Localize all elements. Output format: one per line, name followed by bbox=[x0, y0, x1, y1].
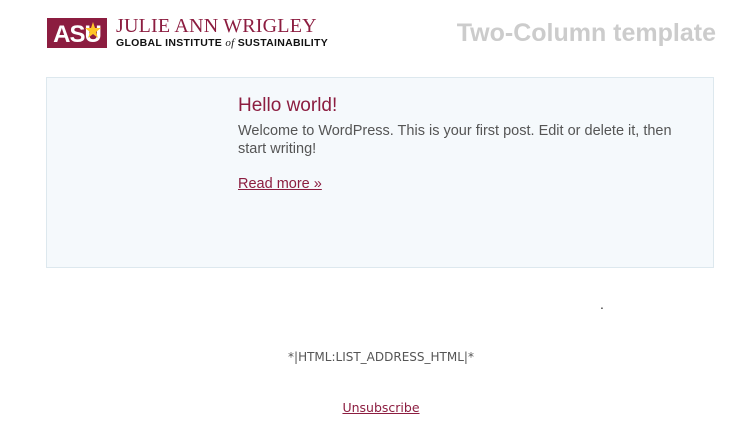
post-box: Hello world! Welcome to WordPress. This … bbox=[46, 77, 714, 268]
post-excerpt: Welcome to WordPress. This is your first… bbox=[238, 123, 672, 157]
post-title: Hello world! bbox=[238, 95, 338, 116]
asu-logo-mark: ASU bbox=[47, 18, 107, 48]
logo-subtitle: GLOBAL INSTITUTE of SUSTAINABILITY bbox=[116, 37, 329, 49]
header: ASU JULIE ANN WRIGLEY GLOBAL INSTITUTE o… bbox=[46, 14, 716, 54]
email-page: ASU JULIE ANN WRIGLEY GLOBAL INSTITUTE o… bbox=[0, 0, 755, 440]
template-title: Two-Column template bbox=[456, 19, 716, 47]
unsubscribe-container: Unsubscribe bbox=[0, 400, 755, 416]
unsubscribe-link[interactable]: Unsubscribe bbox=[342, 400, 419, 415]
asu-logo: ASU JULIE ANN WRIGLEY GLOBAL INSTITUTE o… bbox=[46, 15, 331, 50]
read-more-link[interactable]: Read more » bbox=[238, 175, 322, 193]
footer-dot: . bbox=[600, 296, 604, 312]
logo-name: JULIE ANN WRIGLEY bbox=[116, 15, 317, 37]
list-address: *|HTML:LIST_ADDRESS_HTML|* bbox=[288, 350, 474, 364]
